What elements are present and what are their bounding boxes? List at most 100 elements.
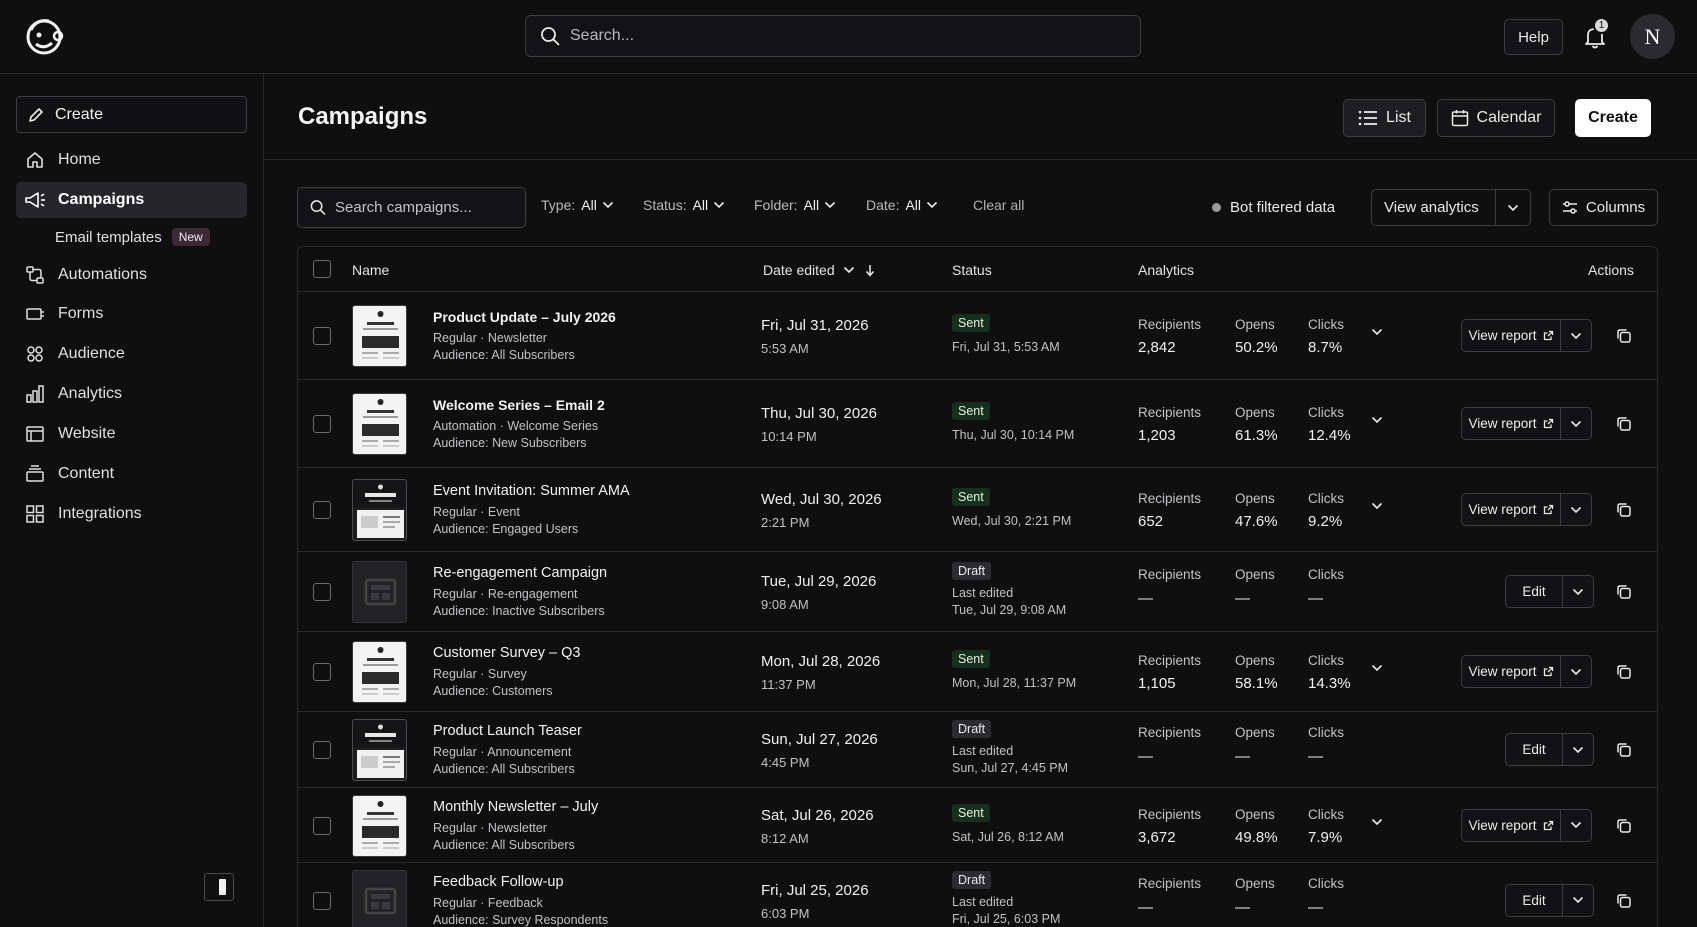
help-button[interactable]: Help — [1504, 19, 1563, 55]
duplicate-button[interactable] — [1616, 416, 1632, 432]
sidebar-item-content[interactable]: Content — [16, 456, 247, 492]
row-actions-dropdown[interactable] — [1561, 506, 1591, 514]
sidebar-item-home[interactable]: Home — [16, 142, 247, 178]
row-actions-dropdown[interactable] — [1563, 588, 1593, 596]
col-name[interactable]: Name — [352, 262, 389, 278]
status-filter[interactable]: Status: All — [643, 197, 725, 213]
view-report-button[interactable]: View report — [1462, 408, 1561, 439]
edit-button[interactable]: Edit — [1506, 884, 1563, 916]
duplicate-button[interactable] — [1616, 818, 1632, 834]
col-date-edited[interactable]: Date edited — [763, 262, 875, 278]
row-actions-dropdown[interactable] — [1561, 332, 1591, 340]
table-row[interactable]: Welcome Series – Email 2 Automation · Wel… — [298, 380, 1657, 468]
row-checkbox[interactable] — [313, 663, 331, 681]
table-row[interactable]: Product Update – July 2026 Regular · News… — [298, 292, 1657, 380]
view-analytics-button[interactable]: View analytics — [1372, 199, 1495, 216]
expand-row-button[interactable] — [1371, 818, 1387, 834]
edit-button[interactable]: Edit — [1506, 734, 1563, 765]
view-report-split-button[interactable]: View report — [1461, 808, 1592, 842]
duplicate-button[interactable] — [1616, 893, 1632, 909]
campaign-thumbnail[interactable] — [352, 869, 407, 927]
sidebar-item-website[interactable]: Website — [16, 416, 247, 452]
sidebar-item-campaigns[interactable]: Campaigns — [16, 182, 247, 218]
create-campaign-button[interactable]: Create — [1575, 99, 1651, 137]
row-checkbox[interactable] — [313, 415, 331, 433]
campaign-name[interactable]: Customer Survey – Q3 — [433, 645, 580, 661]
campaign-name[interactable]: Feedback Follow-up — [433, 874, 564, 890]
view-analytics-split-button[interactable]: View analytics — [1371, 189, 1531, 226]
duplicate-button[interactable] — [1616, 742, 1632, 758]
sidebar-collapse-toggle[interactable] — [204, 873, 234, 901]
global-search-input[interactable] — [570, 27, 1130, 45]
col-status[interactable]: Status — [952, 262, 992, 278]
campaign-name[interactable]: Welcome Series – Email 2 — [433, 397, 605, 413]
sidebar-create-button[interactable]: Create — [16, 96, 247, 133]
row-actions-dropdown[interactable] — [1561, 668, 1591, 676]
folder-filter[interactable]: Folder: All — [754, 197, 836, 213]
calendar-view-button[interactable]: Calendar — [1437, 99, 1555, 137]
campaign-thumbnail[interactable] — [352, 561, 407, 623]
view-report-split-button[interactable]: View report — [1461, 655, 1592, 688]
table-row[interactable]: Re-engagement Campaign Regular · Re-engag… — [298, 552, 1657, 632]
campaign-thumbnail[interactable] — [352, 393, 407, 455]
edit-split-button[interactable]: Edit — [1505, 733, 1594, 766]
duplicate-button[interactable] — [1616, 502, 1632, 518]
campaign-name[interactable]: Event Invitation: Summer AMA — [433, 483, 630, 499]
table-row[interactable]: Event Invitation: Summer AMA Regular · Ev… — [298, 468, 1657, 552]
date-filter[interactable]: Date: All — [866, 197, 938, 213]
campaign-name[interactable]: Product Launch Teaser — [433, 723, 582, 739]
sidebar-item-analytics[interactable]: Analytics — [16, 376, 247, 412]
campaign-thumbnail[interactable] — [352, 641, 407, 703]
view-report-button[interactable]: View report — [1462, 656, 1561, 687]
table-row[interactable]: Monthly Newsletter – July Regular · Newsl… — [298, 788, 1657, 863]
view-report-split-button[interactable]: View report — [1461, 319, 1592, 352]
type-filter[interactable]: Type: All — [541, 197, 614, 213]
row-checkbox[interactable] — [313, 327, 331, 345]
columns-button[interactable]: Columns — [1549, 189, 1658, 226]
campaign-thumbnail[interactable] — [352, 305, 407, 367]
sidebar-item-automations[interactable]: Automations — [16, 257, 247, 293]
campaign-thumbnail[interactable] — [352, 719, 407, 781]
row-checkbox[interactable] — [313, 891, 331, 910]
clear-all-link[interactable]: Clear all — [973, 197, 1024, 213]
expand-row-button[interactable] — [1371, 328, 1387, 344]
row-checkbox[interactable] — [313, 501, 331, 519]
list-view-button[interactable]: List — [1343, 99, 1426, 137]
row-checkbox[interactable] — [313, 583, 331, 601]
sidebar-item-audience[interactable]: Audience — [16, 336, 247, 372]
view-report-split-button[interactable]: View report — [1461, 407, 1592, 440]
table-row[interactable]: Product Launch Teaser Regular · Announcem… — [298, 712, 1657, 788]
campaign-name[interactable]: Product Update – July 2026 — [433, 309, 616, 325]
campaign-search[interactable] — [297, 187, 526, 228]
mailchimp-logo-icon[interactable] — [22, 14, 66, 58]
edit-split-button[interactable]: Edit — [1505, 883, 1594, 917]
expand-row-button[interactable] — [1371, 664, 1387, 680]
select-all-checkbox[interactable] — [313, 260, 331, 278]
view-analytics-dropdown[interactable] — [1495, 190, 1530, 225]
row-actions-dropdown[interactable] — [1563, 746, 1593, 754]
table-row[interactable]: Feedback Follow-up Regular · Feedback Audi… — [298, 863, 1657, 927]
row-actions-dropdown[interactable] — [1563, 896, 1593, 904]
avatar[interactable]: N — [1630, 14, 1675, 59]
sidebar-item-forms[interactable]: Forms — [16, 296, 247, 332]
view-report-button[interactable]: View report — [1462, 809, 1561, 841]
sidebar-item-integrations[interactable]: Integrations — [16, 496, 247, 532]
view-report-button[interactable]: View report — [1462, 494, 1561, 525]
duplicate-button[interactable] — [1616, 664, 1632, 680]
bot-filtered-toggle[interactable]: Bot filtered data — [1212, 199, 1335, 216]
row-checkbox[interactable] — [313, 741, 331, 759]
edit-split-button[interactable]: Edit — [1505, 575, 1594, 608]
table-row[interactable]: Customer Survey – Q3 Regular · Survey Audi… — [298, 632, 1657, 712]
row-actions-dropdown[interactable] — [1561, 420, 1591, 428]
campaign-name[interactable]: Monthly Newsletter – July — [433, 799, 598, 815]
campaign-thumbnail[interactable] — [352, 794, 407, 857]
duplicate-button[interactable] — [1616, 328, 1632, 344]
sidebar-item-email-templates[interactable]: Email templates New — [16, 219, 247, 255]
global-search[interactable] — [525, 15, 1141, 57]
row-actions-dropdown[interactable] — [1561, 821, 1591, 829]
edit-button[interactable]: Edit — [1506, 576, 1563, 607]
view-report-button[interactable]: View report — [1462, 320, 1561, 351]
campaign-thumbnail[interactable] — [352, 479, 407, 541]
campaign-name[interactable]: Re-engagement Campaign — [433, 565, 607, 581]
duplicate-button[interactable] — [1616, 584, 1632, 600]
